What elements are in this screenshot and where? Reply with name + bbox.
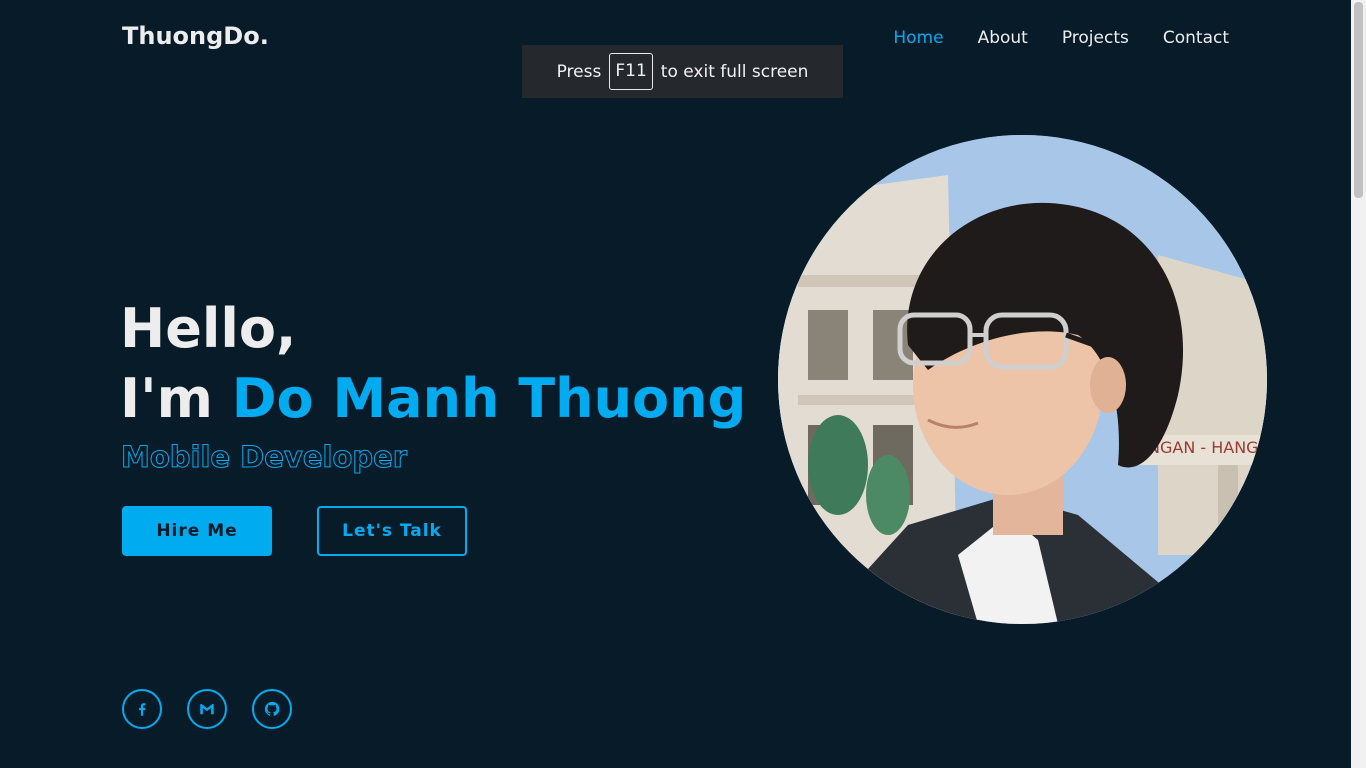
- nav-about[interactable]: About: [978, 28, 1028, 48]
- facebook-link[interactable]: [122, 689, 162, 729]
- gmail-icon: [200, 703, 214, 715]
- toast-key: F11: [609, 53, 653, 90]
- nav-contact[interactable]: Contact: [1163, 28, 1229, 48]
- facebook-icon: [139, 703, 146, 716]
- profile-photo: NGAN - HANG: [778, 135, 1267, 624]
- fullscreen-toast: Press F11 to exit full screen: [522, 45, 843, 98]
- gmail-link[interactable]: [187, 689, 227, 729]
- photo-sign-text: NGAN - HANG: [1148, 438, 1259, 457]
- page-scrollbar[interactable]: [1351, 0, 1366, 768]
- nav-projects[interactable]: Projects: [1062, 28, 1129, 48]
- nav-home[interactable]: Home: [893, 28, 943, 48]
- hero-intro: I'm: [120, 367, 213, 430]
- page: ThuongDo. Home About Projects Contact Pr…: [0, 0, 1366, 768]
- hero-role: Mobile Developer: [120, 440, 408, 475]
- toast-suffix: to exit full screen: [660, 61, 809, 82]
- github-icon: [264, 701, 280, 716]
- hero-intro-line: I'm Do Manh Thuong: [120, 364, 746, 434]
- hero-name: Do Manh Thuong: [231, 367, 747, 430]
- hero-heading: Hello, I'm Do Manh Thuong: [120, 294, 746, 434]
- lets-talk-button[interactable]: Let's Talk: [317, 506, 467, 556]
- profile-photo-illustration: NGAN - HANG: [778, 135, 1267, 624]
- scrollbar-thumb[interactable]: [1354, 2, 1363, 198]
- main-nav: Home About Projects Contact: [893, 28, 1229, 48]
- hire-me-button[interactable]: Hire Me: [122, 506, 272, 556]
- site-logo[interactable]: ThuongDo.: [122, 22, 269, 50]
- github-link[interactable]: [252, 689, 292, 729]
- toast-prefix: Press: [556, 61, 602, 82]
- hero-greeting: Hello,: [120, 297, 297, 360]
